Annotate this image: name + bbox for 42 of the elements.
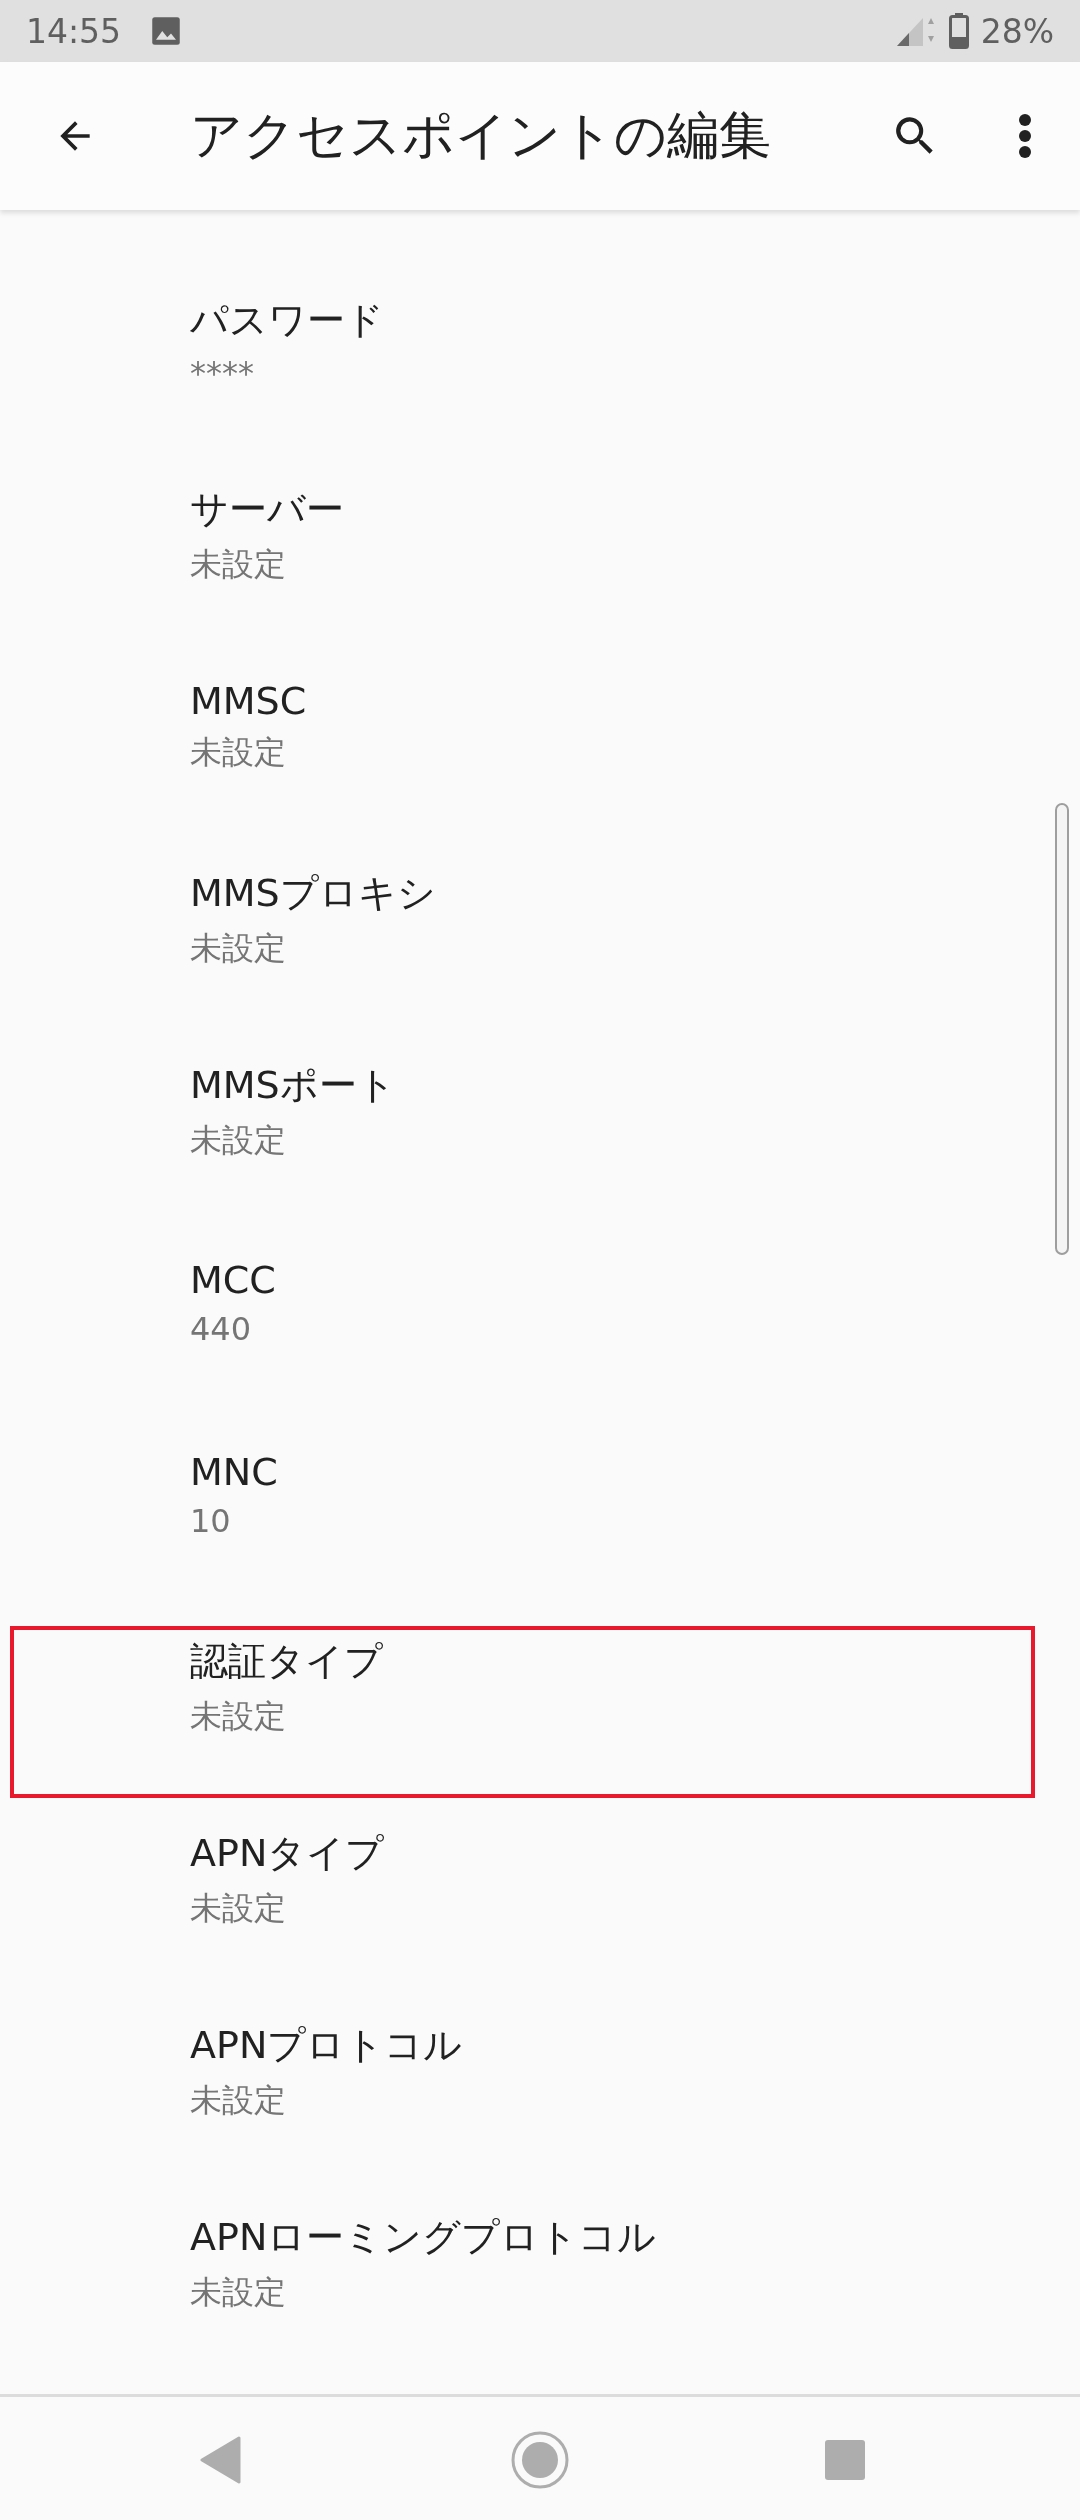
battery-percent: 28%	[980, 11, 1054, 51]
preference-value: ****	[190, 353, 255, 392]
preference-item[interactable]: MMSポート 未設定	[0, 1050, 1080, 1242]
preference-item[interactable]: 認証タイプ 未設定	[0, 1626, 1080, 1818]
preference-value: 未設定	[190, 732, 287, 773]
preference-title: サーバー	[190, 485, 344, 533]
preference-item[interactable]: APNローミングプロトコル 未設定	[0, 2202, 1080, 2394]
preference-value: 未設定	[190, 2079, 287, 2121]
preference-title: APNタイプ	[190, 1829, 385, 1877]
preference-title: MMSプロキシ	[190, 869, 436, 917]
preference-item[interactable]: MCC 440	[0, 1242, 1080, 1434]
square-icon	[825, 2440, 865, 2480]
preference-item[interactable]: MMSC 未設定	[0, 666, 1080, 858]
preference-title: MNC	[190, 1450, 278, 1494]
preference-title: MMSポート	[190, 1061, 396, 1109]
preference-value: 10	[190, 1502, 232, 1540]
preference-item[interactable]: MMSプロキシ 未設定	[0, 858, 1080, 1050]
preference-value: 未設定	[190, 1695, 287, 1737]
preference-value: 未設定	[190, 1887, 287, 1929]
preference-item[interactable]: MNC 10	[0, 1434, 1080, 1626]
preference-title: MMSC	[190, 679, 307, 723]
image-icon	[151, 16, 182, 46]
preference-item[interactable]: APNプロトコル 未設定	[0, 2010, 1080, 2202]
preference-title: APNプロトコル	[190, 2021, 463, 2069]
triangle-icon	[199, 2436, 241, 2484]
preference-value: 未設定	[190, 927, 287, 969]
status-time: 14:55	[26, 11, 122, 51]
preference-title: 認証タイプ	[190, 1637, 383, 1685]
preference-item[interactable]: サーバー 未設定	[0, 474, 1080, 666]
preference-item[interactable]: パスワード ****	[0, 282, 1080, 474]
battery-icon	[948, 13, 969, 49]
preference-item[interactable]: APNタイプ 未設定	[0, 1818, 1080, 2010]
preference-title: パスワード	[190, 296, 384, 344]
preference-title: APNローミングプロトコル	[190, 2213, 657, 2261]
home-circle-icon	[510, 2430, 570, 2490]
preference-value: 未設定	[190, 1119, 287, 1161]
more-vert-icon	[1018, 113, 1032, 159]
preference-value: 未設定	[190, 2271, 287, 2313]
preference-value: 440	[190, 1310, 253, 1348]
screen-title: アクセスポイントの編集	[190, 104, 772, 167]
preference-value: 未設定	[190, 543, 287, 585]
preference-title: MCC	[190, 1258, 276, 1302]
